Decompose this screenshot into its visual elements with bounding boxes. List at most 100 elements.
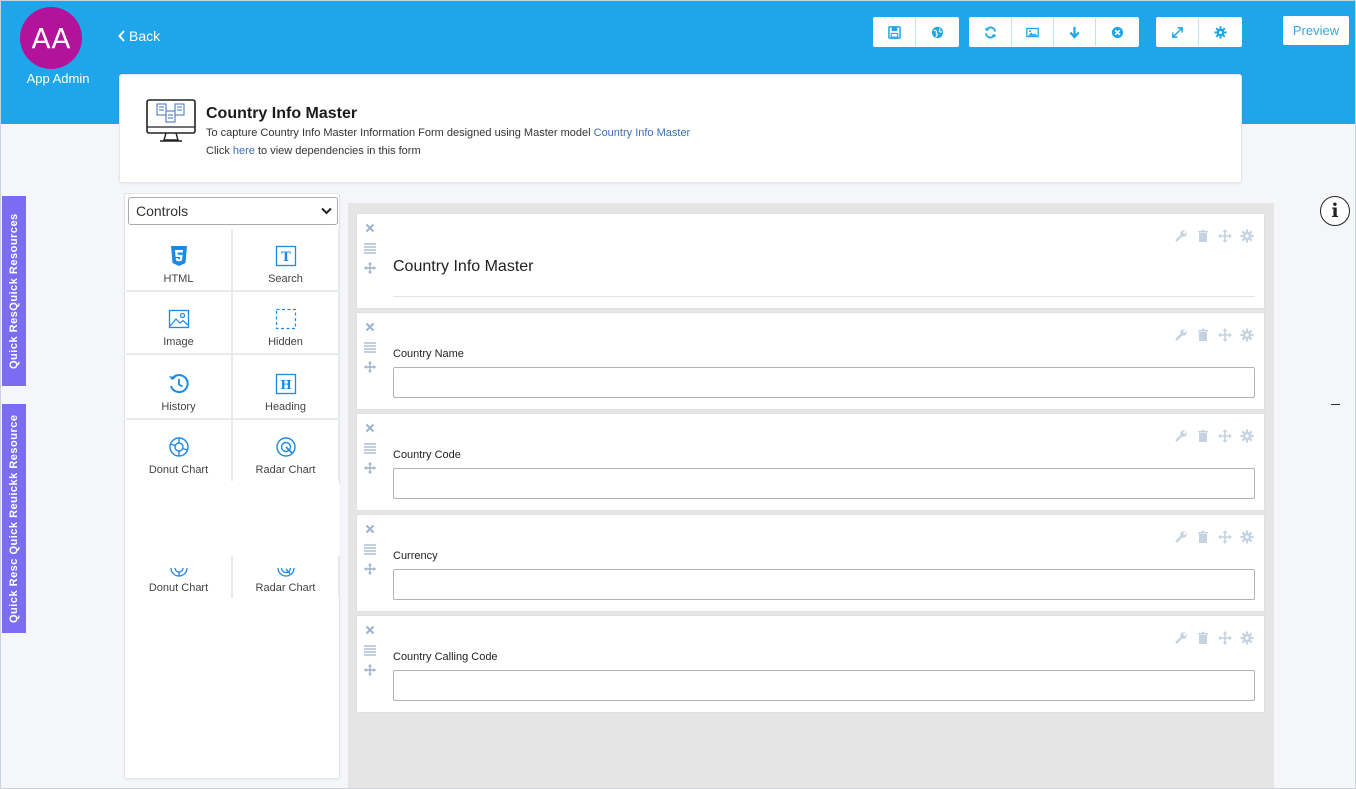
wrench-icon[interactable] bbox=[1174, 429, 1188, 443]
move-icon[interactable] bbox=[1218, 429, 1232, 443]
trash-icon[interactable] bbox=[1196, 328, 1210, 342]
form-description-text: To capture Country Info Master Informati… bbox=[206, 127, 594, 139]
trash-icon[interactable] bbox=[1196, 530, 1210, 544]
wrench-icon[interactable] bbox=[1174, 229, 1188, 243]
country-name-input[interactable] bbox=[393, 367, 1255, 398]
heading-icon: H bbox=[275, 373, 296, 395]
country-code-input[interactable] bbox=[393, 468, 1255, 499]
control-hidden[interactable]: Hidden bbox=[233, 292, 338, 353]
currency-input[interactable] bbox=[393, 569, 1255, 600]
remove-icon[interactable] bbox=[364, 222, 376, 234]
control-label: Image bbox=[163, 336, 194, 348]
chevron-down-icon bbox=[321, 207, 332, 215]
form-row-country-calling-code[interactable]: Country Calling Code bbox=[356, 615, 1265, 713]
move-icon[interactable] bbox=[364, 262, 376, 274]
control-heading[interactable]: H Heading bbox=[233, 355, 338, 418]
refresh-button[interactable] bbox=[970, 18, 1012, 46]
gear-icon[interactable] bbox=[1240, 631, 1254, 645]
control-image[interactable]: Image bbox=[126, 292, 231, 353]
chevron-left-icon bbox=[118, 30, 125, 42]
gear-icon[interactable] bbox=[1240, 530, 1254, 544]
control-radar-chart[interactable]: Radar Chart bbox=[233, 420, 338, 481]
expand-button[interactable] bbox=[1157, 18, 1199, 46]
save-button[interactable] bbox=[874, 18, 916, 46]
control-label: Radar Chart bbox=[255, 464, 316, 476]
trash-icon[interactable] bbox=[1196, 229, 1210, 243]
save-icon bbox=[888, 25, 901, 39]
image-button[interactable] bbox=[1012, 18, 1054, 46]
info-icon[interactable]: i bbox=[1320, 196, 1350, 226]
remove-icon[interactable] bbox=[364, 523, 376, 535]
close-circle-icon bbox=[1111, 26, 1123, 38]
control-history[interactable]: History bbox=[126, 355, 231, 418]
trash-icon[interactable] bbox=[1196, 429, 1210, 443]
drag-ghost-row: Donut Chart Radar Chart bbox=[126, 556, 340, 598]
remove-icon[interactable] bbox=[364, 321, 376, 333]
move-icon[interactable] bbox=[1218, 631, 1232, 645]
download-button[interactable] bbox=[1054, 18, 1096, 46]
wrench-icon[interactable] bbox=[1174, 328, 1188, 342]
row-left-tools bbox=[363, 422, 377, 474]
back-label: Back bbox=[129, 28, 161, 44]
toolbar-group-file bbox=[873, 17, 959, 47]
ghost-control-donut-chart[interactable]: Donut Chart bbox=[126, 556, 231, 598]
gear-icon[interactable] bbox=[1240, 429, 1254, 443]
controls-select[interactable]: Controls bbox=[128, 197, 338, 225]
gear-icon[interactable] bbox=[1240, 229, 1254, 243]
divider bbox=[1331, 404, 1340, 405]
publish-button[interactable] bbox=[916, 18, 958, 46]
move-icon[interactable] bbox=[1218, 530, 1232, 544]
quick-resources-tab[interactable]: Quick ResQuick Resources bbox=[2, 196, 26, 386]
row-right-tools bbox=[1174, 429, 1254, 443]
dependencies-link[interactable]: here bbox=[233, 145, 255, 157]
move-icon[interactable] bbox=[1218, 229, 1232, 243]
country-calling-code-input[interactable] bbox=[393, 670, 1255, 701]
control-label: Donut Chart bbox=[148, 464, 209, 476]
move-icon[interactable] bbox=[364, 462, 376, 474]
master-model-link[interactable]: Country Info Master bbox=[594, 127, 691, 139]
control-search[interactable]: T Search bbox=[233, 229, 338, 290]
gear-icon[interactable] bbox=[1240, 328, 1254, 342]
control-donut-chart[interactable]: Donut Chart bbox=[126, 420, 231, 481]
row-right-tools bbox=[1174, 328, 1254, 342]
wrench-icon[interactable] bbox=[1174, 530, 1188, 544]
row-left-tools bbox=[363, 321, 377, 373]
html5-icon bbox=[170, 246, 187, 266]
control-label: Search bbox=[268, 273, 303, 285]
control-label: HTML bbox=[163, 273, 194, 285]
ghost-control-radar-chart[interactable]: Radar Chart bbox=[233, 556, 338, 598]
remove-icon[interactable] bbox=[364, 422, 376, 434]
form-row-country-name[interactable]: Country Name bbox=[356, 312, 1265, 410]
svg-text:H: H bbox=[280, 378, 291, 392]
wrench-icon[interactable] bbox=[1174, 631, 1188, 645]
preview-button[interactable]: Preview bbox=[1283, 16, 1349, 45]
remove-icon[interactable] bbox=[364, 624, 376, 636]
align-icon[interactable] bbox=[364, 442, 376, 454]
back-button[interactable]: Back bbox=[118, 28, 160, 44]
field-label: Country Code bbox=[393, 449, 461, 461]
align-icon[interactable] bbox=[364, 543, 376, 555]
move-icon[interactable] bbox=[364, 361, 376, 373]
align-icon[interactable] bbox=[364, 644, 376, 656]
control-html[interactable]: HTML bbox=[126, 229, 231, 290]
close-button[interactable] bbox=[1096, 18, 1138, 46]
trash-icon[interactable] bbox=[1196, 631, 1210, 645]
avatar[interactable]: AA bbox=[20, 7, 82, 69]
dashed-box-icon bbox=[275, 308, 296, 330]
form-header-card: Country Info Master To capture Country I… bbox=[119, 74, 1242, 183]
move-icon[interactable] bbox=[1218, 328, 1232, 342]
form-row-heading[interactable]: Country Info Master bbox=[356, 213, 1265, 309]
move-icon[interactable] bbox=[364, 664, 376, 676]
form-row-currency[interactable]: Currency bbox=[356, 514, 1265, 612]
settings-button[interactable] bbox=[1199, 18, 1241, 46]
form-row-country-code[interactable]: Country Code bbox=[356, 413, 1265, 511]
dependencies-suffix: to view dependencies in this form bbox=[254, 145, 421, 157]
controls-grid: HTML T Search Image Hidden History H Hea… bbox=[126, 229, 340, 481]
radar-chart-icon bbox=[276, 567, 295, 577]
quick-resources-tab-secondary[interactable]: Quick Resc Quick Reuickk Resource bbox=[2, 404, 26, 633]
align-icon[interactable] bbox=[364, 242, 376, 254]
control-label: History bbox=[161, 401, 196, 413]
radar-chart-icon bbox=[275, 437, 296, 457]
align-icon[interactable] bbox=[364, 341, 376, 353]
move-icon[interactable] bbox=[364, 563, 376, 575]
